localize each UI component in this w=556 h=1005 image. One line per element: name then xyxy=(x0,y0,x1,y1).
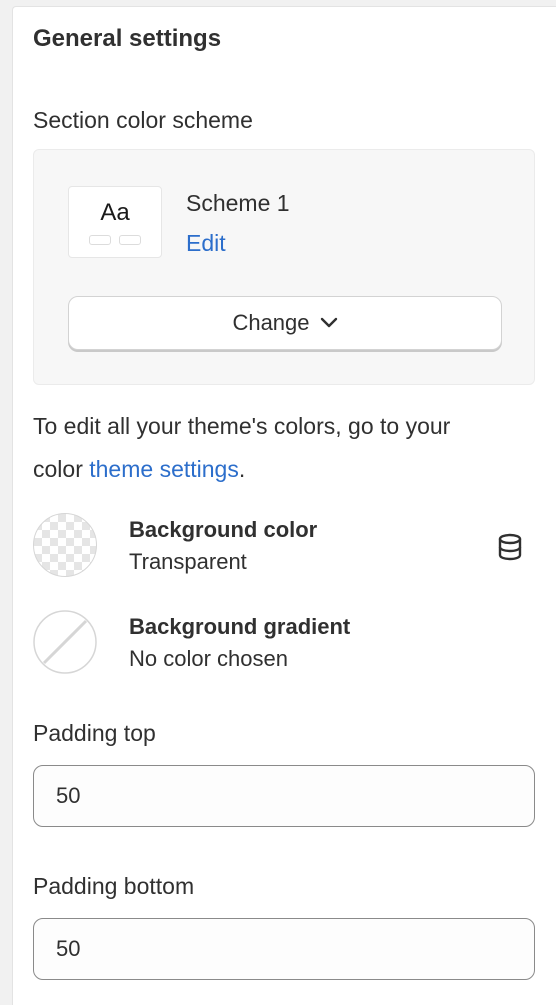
theme-colors-help-text: To edit all your theme's colors, go to y… xyxy=(33,405,503,491)
background-color-value: Transparent xyxy=(129,549,247,574)
padding-top-input[interactable]: 50 xyxy=(33,765,535,827)
padding-bottom-label: Padding bottom xyxy=(33,873,195,899)
background-gradient-setting[interactable]: Background gradient No color chosen xyxy=(33,610,535,680)
no-color-swatch[interactable] xyxy=(33,610,97,674)
scheme-preview-pill xyxy=(119,235,141,245)
background-gradient-title: Background gradient xyxy=(129,614,351,639)
database-icon[interactable] xyxy=(497,533,523,561)
color-scheme-card: Aa Scheme 1 Edit Change xyxy=(33,149,535,385)
chevron-down-icon xyxy=(320,317,337,328)
background-gradient-value: No color chosen xyxy=(129,646,288,671)
background-color-setting[interactable]: Background color Transparent xyxy=(33,513,535,583)
theme-settings-link[interactable]: theme settings xyxy=(89,456,239,482)
scheme-preview-pill xyxy=(89,235,111,245)
edit-scheme-link[interactable]: Edit xyxy=(186,230,226,257)
help-text-end: . xyxy=(238,456,246,482)
scheme-preview-swatch: Aa xyxy=(68,186,162,258)
scheme-preview-text: Aa xyxy=(100,199,130,226)
scheme-name: Scheme 1 xyxy=(186,190,290,216)
change-button-label: Change xyxy=(232,310,310,335)
padding-top-label: Padding top xyxy=(33,720,156,746)
section-title: General settings xyxy=(33,25,222,52)
general-settings-panel: General settings Section color scheme Aa… xyxy=(12,6,556,1005)
background-color-title: Background color xyxy=(129,517,318,542)
color-scheme-label: Section color scheme xyxy=(33,107,253,133)
change-scheme-button[interactable]: Change xyxy=(68,296,502,350)
transparent-swatch[interactable] xyxy=(33,513,97,577)
padding-bottom-input[interactable]: 50 xyxy=(33,918,535,980)
